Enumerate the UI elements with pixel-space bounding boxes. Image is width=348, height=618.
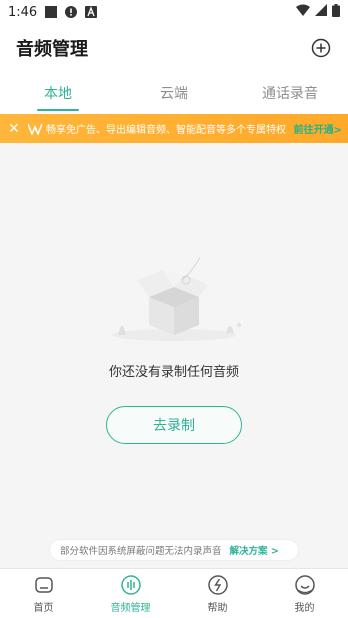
tab-local[interactable]: 本地 bbox=[0, 72, 116, 114]
empty-state: 你还没有录制任何音频 去录制 bbox=[0, 143, 348, 538]
empty-box-illustration bbox=[112, 256, 241, 341]
profile-icon bbox=[294, 574, 315, 595]
square-icon bbox=[45, 6, 58, 18]
battery-icon bbox=[332, 3, 340, 21]
go-record-button[interactable]: 去录制 bbox=[106, 406, 242, 444]
notice-bar: 部分软件因系统屏蔽问题无法内录声音 解决方案 > bbox=[50, 540, 298, 560]
page-title: 音频管理 bbox=[16, 39, 88, 60]
close-icon[interactable]: ✕ bbox=[8, 121, 22, 137]
nav-profile-label: 我的 bbox=[294, 602, 315, 614]
solution-link[interactable]: 解决方案 > bbox=[230, 543, 279, 557]
a-icon bbox=[85, 6, 98, 18]
nav-audio-management[interactable]: 音频管理 bbox=[87, 569, 174, 618]
banner-text: 畅享免广告、导出编辑音频、智能配音等多个专属特权 bbox=[46, 125, 286, 136]
bottom-nav: 首页 音频管理 帮助 我的 bbox=[0, 568, 348, 618]
nav-help-label: 帮助 bbox=[207, 602, 228, 614]
alert-icon bbox=[65, 6, 78, 18]
signal-icon bbox=[315, 4, 327, 20]
nav-audio-label: 音频管理 bbox=[110, 602, 151, 614]
vip-banner[interactable]: ✕ 畅享免广告、导出编辑音频、智能配音等多个专属特权 前往开通> bbox=[0, 114, 348, 143]
status-bar: 1:46 bbox=[0, 0, 348, 24]
nav-home[interactable]: 首页 bbox=[0, 569, 87, 618]
home-icon bbox=[34, 576, 53, 593]
empty-message: 你还没有录制任何音频 bbox=[108, 365, 239, 380]
tab-bar: 本地 云端 通话录音 bbox=[0, 72, 348, 114]
banner-cta[interactable]: 前往开通> bbox=[294, 121, 342, 136]
app-header: 音频管理 bbox=[0, 24, 348, 72]
tab-call-recording[interactable]: 通话录音 bbox=[232, 72, 348, 114]
plus-circle-icon bbox=[311, 38, 331, 58]
notice-text: 部分软件因系统屏蔽问题无法内录声音 bbox=[60, 546, 222, 557]
wifi-icon bbox=[296, 4, 310, 20]
help-icon bbox=[207, 574, 228, 595]
vip-icon bbox=[28, 123, 42, 135]
nav-profile[interactable]: 我的 bbox=[261, 569, 348, 618]
nav-home-label: 首页 bbox=[33, 602, 54, 614]
add-button[interactable] bbox=[310, 37, 332, 59]
nav-help[interactable]: 帮助 bbox=[174, 569, 261, 618]
audio-icon bbox=[120, 574, 141, 595]
status-time: 1:46 bbox=[8, 4, 38, 20]
tab-cloud[interactable]: 云端 bbox=[116, 72, 232, 114]
